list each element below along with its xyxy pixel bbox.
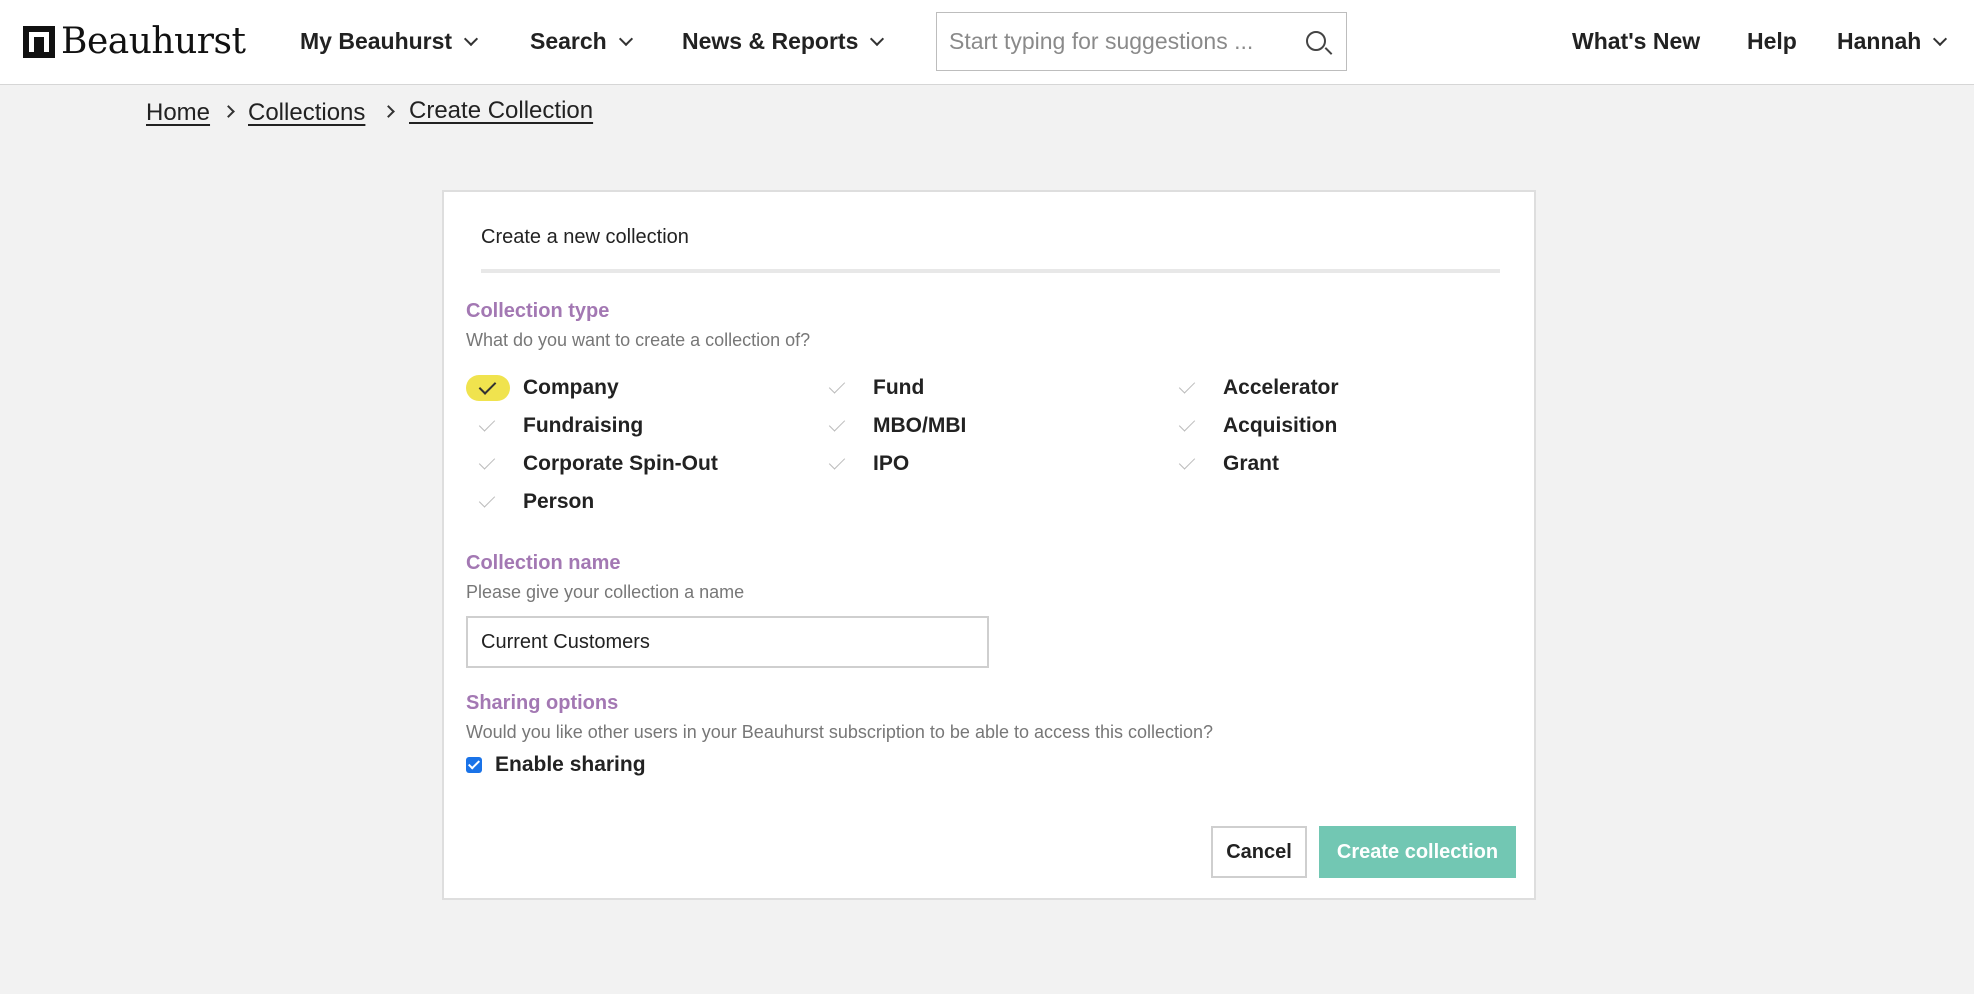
option-label: Fundraising — [523, 414, 644, 437]
breadcrumb-home[interactable]: Home — [146, 99, 210, 127]
collection-name-help: Please give your collection a name — [466, 582, 745, 602]
option-label: MBO/MBI — [873, 414, 967, 437]
beauhurst-logo-icon — [23, 26, 55, 58]
collection-name-title: Collection name — [466, 552, 621, 574]
brand-name: Beauhurst — [61, 21, 246, 62]
option-label: Acquisition — [1223, 414, 1338, 437]
chevron-right-icon — [382, 105, 395, 118]
create-collection-card: Create a new collection Collection type … — [442, 190, 1536, 900]
global-search-box — [936, 12, 1347, 71]
option-label: Corporate Spin-Out — [523, 452, 718, 475]
option-label: Accelerator — [1223, 376, 1339, 399]
cancel-button[interactable]: Cancel — [1211, 826, 1307, 878]
enable-sharing-label[interactable]: Enable sharing — [495, 753, 646, 777]
chevron-down-icon — [1933, 31, 1948, 46]
checkmark-icon — [816, 375, 860, 401]
checkmark-icon — [466, 489, 510, 515]
nav-my-beauhurst[interactable]: My Beauhurst — [300, 28, 479, 55]
checkmark-icon — [1166, 413, 1210, 439]
sharing-options-title: Sharing options — [466, 692, 619, 714]
breadcrumb-collections[interactable]: Collections — [248, 99, 365, 127]
collection-name-input[interactable] — [466, 616, 989, 668]
option-label: Grant — [1223, 452, 1280, 475]
breadcrumb-create-collection[interactable]: Create Collection — [409, 97, 593, 125]
chevron-down-icon — [618, 31, 633, 46]
collection-type-option-fund[interactable]: Fund — [816, 373, 924, 403]
collection-type-option-mbo-mbi[interactable]: MBO/MBI — [816, 411, 966, 441]
nav-news-reports[interactable]: News & Reports — [682, 28, 885, 55]
collection-type-option-person[interactable]: Person — [466, 487, 594, 517]
checkmark-icon — [816, 451, 860, 477]
global-search-input[interactable] — [949, 21, 1289, 61]
collection-type-option-acquisition[interactable]: Acquisition — [1166, 411, 1337, 441]
create-collection-button[interactable]: Create collection — [1319, 826, 1516, 878]
nav-search-label: Search — [530, 28, 607, 54]
collection-type-option-ipo[interactable]: IPO — [816, 449, 909, 479]
collection-type-option-corporate-spin-out[interactable]: Corporate Spin-Out — [466, 449, 718, 479]
collection-type-title: Collection type — [466, 300, 610, 322]
nav-help[interactable]: Help — [1747, 28, 1797, 55]
option-label: Company — [523, 376, 619, 399]
checkmark-icon — [816, 413, 860, 439]
search-icon[interactable] — [1306, 31, 1326, 51]
checkmark-icon — [1166, 375, 1210, 401]
chevron-down-icon — [870, 31, 885, 46]
checkmark-icon — [466, 413, 510, 439]
collection-type-option-grant[interactable]: Grant — [1166, 449, 1279, 479]
card-title: Create a new collection — [481, 226, 689, 248]
checkmark-icon — [466, 375, 510, 401]
collection-type-option-fundraising[interactable]: Fundraising — [466, 411, 643, 441]
option-label: Fund — [873, 376, 925, 399]
top-navigation-bar: Beauhurst My Beauhurst Search News & Rep… — [0, 0, 1974, 85]
checkmark-icon — [466, 451, 510, 477]
checkmark-icon — [1166, 451, 1210, 477]
nav-news-reports-label: News & Reports — [682, 28, 859, 54]
collection-type-option-company[interactable]: Company — [466, 373, 619, 403]
nav-whats-new[interactable]: What's New — [1572, 28, 1700, 55]
chevron-down-icon — [464, 31, 479, 46]
option-label: IPO — [873, 452, 910, 475]
nav-whats-new-label: What's New — [1572, 28, 1701, 54]
collection-type-help: What do you want to create a collection … — [466, 330, 811, 350]
chevron-right-icon — [222, 105, 235, 118]
collection-type-option-accelerator[interactable]: Accelerator — [1166, 373, 1339, 403]
user-menu-name: Hannah — [1837, 28, 1922, 54]
sharing-options-help: Would you like other users in your Beauh… — [466, 722, 1214, 742]
user-menu[interactable]: Hannah — [1837, 28, 1948, 55]
option-label: Person — [523, 490, 595, 513]
nav-my-beauhurst-label: My Beauhurst — [300, 28, 453, 54]
nav-help-label: Help — [1747, 28, 1797, 54]
enable-sharing-checkbox[interactable] — [466, 757, 482, 773]
brand-logo[interactable]: Beauhurst — [23, 21, 246, 62]
nav-search[interactable]: Search — [530, 28, 633, 55]
card-divider — [481, 269, 1500, 273]
